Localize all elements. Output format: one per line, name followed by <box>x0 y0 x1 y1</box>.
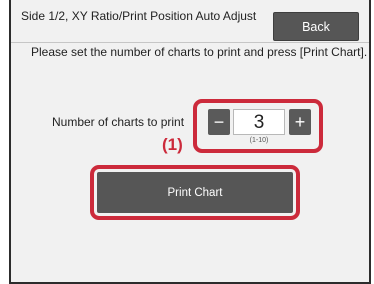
header-divider <box>11 42 369 43</box>
decrease-button[interactable]: − <box>208 109 230 135</box>
callout-number: (1) <box>162 135 183 154</box>
print-chart-button[interactable]: Print Chart <box>97 172 293 213</box>
page-title: Side 1/2, XY Ratio/Print Position Auto A… <box>21 9 257 23</box>
chart-count-input[interactable]: 3 <box>233 109 285 135</box>
instruction-text: Please set the number of charts to print… <box>31 45 368 59</box>
range-hint: (1-10) <box>249 137 269 144</box>
chart-count-label: Number of charts to print <box>52 115 185 129</box>
back-button[interactable]: Back <box>273 12 359 41</box>
header-bar: Side 1/2, XY Ratio/Print Position Auto A… <box>11 0 369 42</box>
increase-button[interactable]: + <box>289 109 311 135</box>
